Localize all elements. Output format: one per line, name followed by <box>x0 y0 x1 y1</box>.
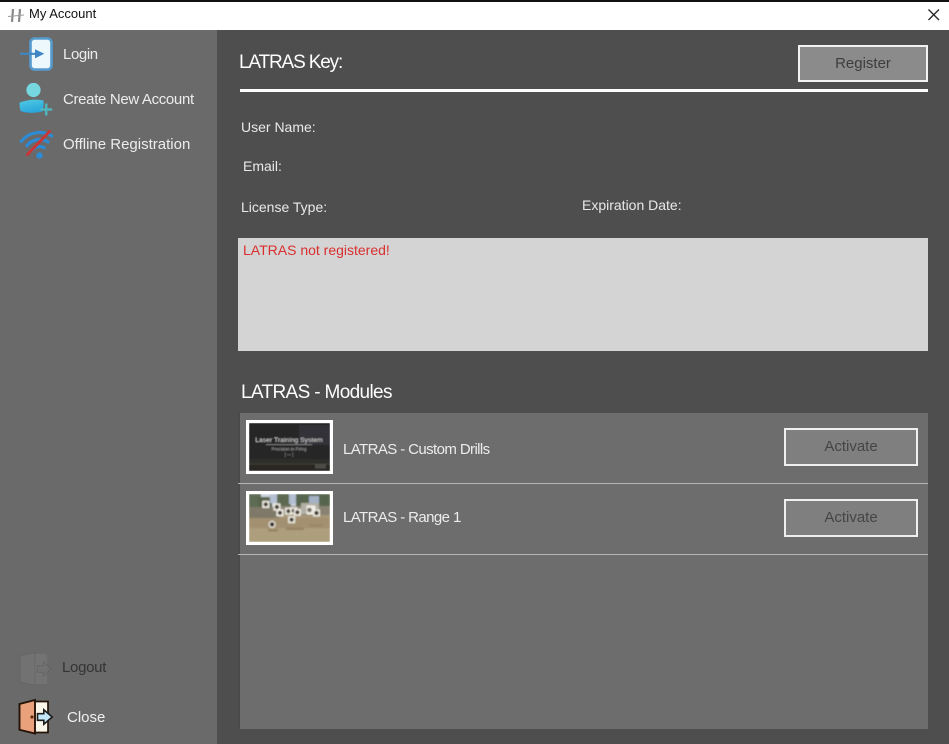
svg-text:[ — ]: [ — ] <box>285 452 294 457</box>
svg-text:Precision in Firing: Precision in Firing <box>272 447 307 452</box>
svg-text:Laser Training System: Laser Training System <box>255 437 323 444</box>
